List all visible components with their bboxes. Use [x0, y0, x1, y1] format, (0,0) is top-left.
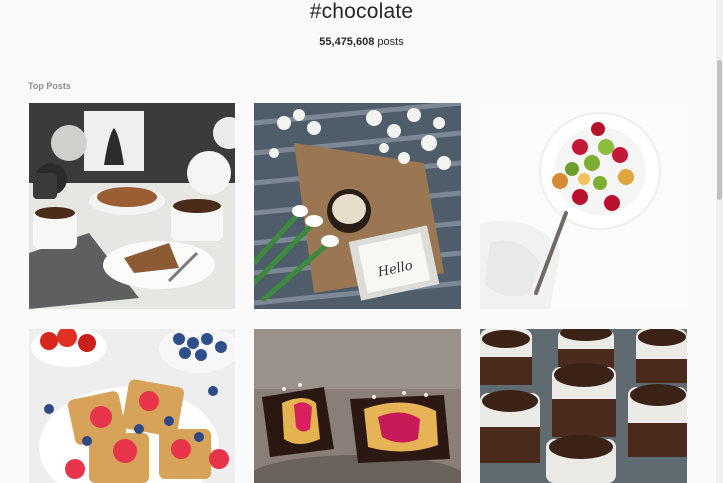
post-thumbnail-2[interactable]: Hello — [254, 103, 461, 309]
post-thumbnail-6[interactable] — [480, 329, 687, 483]
post-image-hot-chocolate: Hello — [254, 103, 461, 309]
page-scrollbar-thumb[interactable] — [717, 60, 722, 200]
post-image-waffles-berries — [29, 329, 235, 483]
post-image-mousse-glasses — [480, 329, 687, 483]
hashtag-title: #chocolate — [309, 0, 414, 23]
post-count-number: 55,475,608 — [319, 36, 375, 48]
post-thumbnail-1[interactable] — [29, 103, 235, 309]
post-count-suffix: posts — [374, 36, 404, 48]
post-image-chocolate-cups — [254, 329, 461, 483]
top-posts-label: Top Posts — [28, 81, 71, 91]
post-thumbnail-3[interactable] — [480, 103, 687, 309]
post-count: 55,475,608 posts — [0, 35, 723, 49]
post-thumbnail-4[interactable] — [29, 329, 235, 483]
page-scrollbar[interactable] — [716, 0, 723, 483]
post-image-fruit-bowl — [480, 103, 687, 309]
post-thumbnail-5[interactable] — [254, 329, 461, 483]
hashtag-page: #chocolate 55,475,608 posts Top Posts He… — [0, 0, 723, 483]
post-image-waffles-coffee — [29, 103, 235, 309]
